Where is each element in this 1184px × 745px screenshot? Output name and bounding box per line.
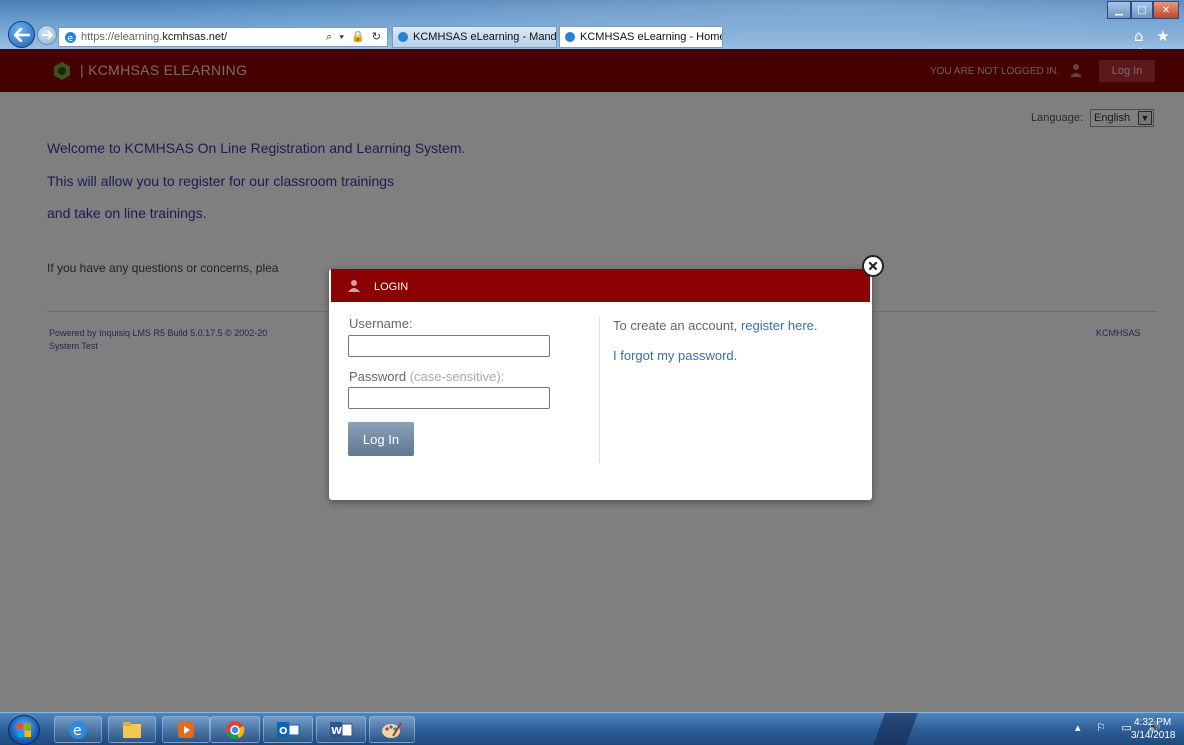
window-controls: ▁ □ ✕: [1107, 1, 1179, 19]
forward-arrow-icon: [42, 30, 53, 40]
svg-text:e: e: [73, 723, 82, 739]
user-icon: [348, 280, 360, 292]
start-button[interactable]: [8, 715, 40, 745]
clock-time[interactable]: 4:32 PM: [1134, 717, 1171, 728]
ie-tab-icon: [565, 32, 575, 42]
web-page: | KCMHSAS ELEARNING YOU ARE NOT LOGGED I…: [0, 49, 1184, 712]
clock-date[interactable]: 3/14/2018: [1131, 730, 1176, 741]
tab-home[interactable]: KCMHSAS eLearning - Home ×: [559, 26, 723, 48]
dialog-close-button[interactable]: [862, 255, 884, 277]
taskbar-outlook[interactable]: O: [263, 716, 313, 743]
taskbar-explorer[interactable]: [108, 716, 156, 743]
username-label: Username:: [349, 316, 413, 331]
taskbar: e O W ▴ ⚐ ▭ 🔊 4:32 PM 3/14/2018: [0, 712, 1184, 745]
address-url: https://elearning.kcmhsas.net/: [81, 31, 228, 43]
address-actions[interactable]: ⌕ ▾ 🔒 ↻: [326, 30, 383, 44]
password-hint: (case-sensitive):: [409, 369, 505, 384]
close-window-button[interactable]: ✕: [1153, 1, 1179, 19]
svg-text:e: e: [68, 34, 74, 44]
maximize-button[interactable]: □: [1131, 1, 1153, 19]
login-button[interactable]: Log In: [348, 422, 414, 456]
chrome-icon: [226, 720, 245, 739]
close-icon: [868, 261, 878, 271]
back-button[interactable]: [8, 21, 35, 48]
password-input[interactable]: [348, 387, 550, 409]
folder-icon: [123, 721, 141, 738]
register-link[interactable]: register here.: [741, 318, 818, 333]
forward-button[interactable]: [37, 25, 57, 45]
taskbar-word[interactable]: W: [316, 716, 366, 743]
forgot-password-link[interactable]: I forgot my password.: [613, 348, 737, 363]
ie-icon: e: [69, 720, 87, 739]
minimize-button[interactable]: ▁: [1107, 1, 1131, 19]
back-arrow-icon: [13, 27, 30, 42]
password-label: Password (case-sensitive):: [349, 369, 505, 384]
ie-page-icon: e: [65, 31, 76, 44]
dialog-divider: [599, 317, 600, 463]
taskbar-media-player[interactable]: [162, 716, 210, 743]
address-bar[interactable]: e https://elearning.kcmhsas.net/ ⌕ ▾ 🔒 ↻: [58, 27, 388, 47]
tab-mandt[interactable]: KCMHSAS eLearning - Mandt ...: [392, 26, 557, 48]
windows-logo-icon: [17, 723, 31, 737]
word-icon: W: [330, 721, 353, 738]
create-account-text: To create an account, register here.: [613, 318, 818, 333]
dialog-title: LOGIN: [374, 281, 409, 293]
taskbar-paint[interactable]: [369, 716, 415, 743]
username-input[interactable]: [348, 335, 550, 357]
browser-chrome: e https://elearning.kcmhsas.net/ ⌕ ▾ 🔒 ↻…: [0, 0, 1184, 63]
media-player-icon: [178, 721, 194, 738]
ie-tab-icon: [398, 32, 408, 42]
paint-icon: [382, 721, 402, 738]
dialog-header: LOGIN: [331, 269, 870, 302]
outlook-icon: O: [277, 721, 300, 738]
svg-text:W: W: [331, 726, 342, 737]
login-dialog: LOGIN Username: Password (case-sensitive…: [329, 255, 884, 500]
taskbar-chrome[interactable]: [210, 716, 260, 743]
taskbar-ie[interactable]: e: [54, 716, 102, 743]
svg-text:O: O: [279, 726, 288, 737]
